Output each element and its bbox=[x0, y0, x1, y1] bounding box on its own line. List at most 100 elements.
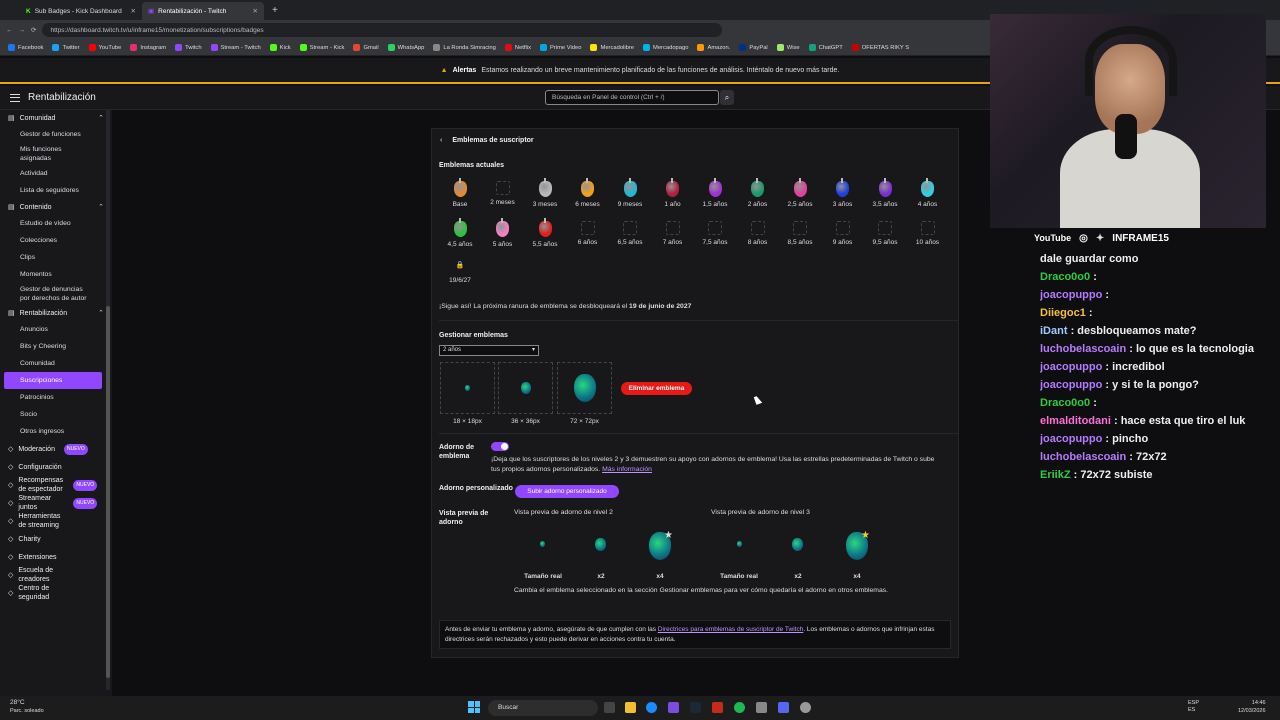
sidebar-nav-item[interactable]: ◇ Moderación NUEVO bbox=[0, 440, 112, 458]
badge-slot[interactable]: 4 años bbox=[907, 178, 949, 208]
upload-18[interactable] bbox=[440, 362, 495, 414]
bookmark-item[interactable]: Wise bbox=[776, 44, 800, 51]
badge-slot[interactable]: 9,5 años bbox=[864, 221, 906, 246]
close-icon[interactable]: ✕ bbox=[131, 7, 136, 15]
badge-slot[interactable]: 3 meses bbox=[524, 178, 566, 208]
sidebar-nav-item[interactable]: ◇ Escuela de creadores bbox=[0, 566, 112, 584]
bookmark-item[interactable]: Mercadolibre bbox=[590, 44, 634, 51]
app-icon[interactable] bbox=[712, 702, 723, 713]
sidebar-nav-item[interactable]: ◇ Configuración bbox=[0, 458, 112, 476]
bookmark-item[interactable]: Stream - Kick bbox=[299, 44, 344, 51]
badge-slot[interactable]: 9 años bbox=[822, 221, 864, 246]
bookmark-item[interactable]: Facebook bbox=[8, 44, 43, 51]
sidebar-nav-item[interactable]: ◇ Recompensas de espectador NUEVO bbox=[0, 476, 112, 494]
sidebar-item[interactable]: Actividad bbox=[0, 165, 112, 182]
language-indicator[interactable]: ESP ES bbox=[1188, 700, 1204, 714]
weather-widget[interactable]: 28°C Parc. soleado bbox=[10, 699, 44, 715]
sidebar-scroll-thumb[interactable] bbox=[106, 306, 110, 678]
reload-icon[interactable]: ⟳ bbox=[31, 26, 36, 34]
delete-badge-button[interactable]: Eliminar emblema bbox=[621, 382, 692, 395]
sidebar-section[interactable]: ▤ Contenido ⌃ bbox=[0, 199, 112, 215]
bookmark-item[interactable]: Twitter bbox=[52, 44, 80, 51]
upload-36[interactable] bbox=[498, 362, 553, 414]
badge-slot[interactable]: 9 meses bbox=[609, 178, 651, 208]
badge-slot[interactable]: 7 años bbox=[652, 221, 694, 246]
upload-72[interactable] bbox=[557, 362, 612, 414]
badge-slot[interactable]: 2,5 años bbox=[779, 178, 821, 208]
edge-icon[interactable] bbox=[646, 702, 657, 713]
badge-slot[interactable]: 6 meses bbox=[567, 178, 609, 208]
adorn-toggle[interactable] bbox=[491, 442, 509, 451]
back-icon[interactable]: ← bbox=[6, 27, 13, 34]
url-field[interactable]: https://dashboard.twitch.tv/u/inframe15/… bbox=[42, 23, 723, 37]
bookmark-item[interactable]: Kick bbox=[269, 44, 291, 51]
bookmark-item[interactable]: YouTube bbox=[88, 44, 121, 51]
sidebar-item[interactable]: Gestor de funciones bbox=[0, 126, 112, 143]
badge-slot[interactable]: 5,5 años bbox=[524, 218, 566, 248]
sidebar-nav-item[interactable]: ◇ Extensiones bbox=[0, 548, 112, 566]
bookmark-item[interactable]: Twitch bbox=[175, 44, 202, 51]
bookmark-item[interactable]: Mercadopago bbox=[643, 44, 688, 51]
badge-slot[interactable]: 8 años bbox=[737, 221, 779, 246]
steam-icon[interactable] bbox=[690, 702, 701, 713]
badge-slot[interactable]: 4,5 años bbox=[439, 218, 481, 248]
browser-tab-kick[interactable]: K Sub Badges - Kick Dashboard ✕ bbox=[20, 2, 142, 20]
upload-adorn-button[interactable]: Subir adorno personalizado bbox=[515, 485, 619, 498]
badge-slot[interactable]: 2 meses bbox=[482, 181, 524, 206]
sidebar-item[interactable]: Estudio de vídeo bbox=[0, 215, 112, 232]
close-icon[interactable]: ✕ bbox=[253, 7, 258, 15]
clock[interactable]: 14:46 12/03/2026 bbox=[1238, 699, 1266, 715]
sidebar-item[interactable]: Patrocinios bbox=[0, 389, 112, 406]
sidebar-item[interactable]: Mis funciones asignadas bbox=[0, 143, 112, 165]
sidebar-item[interactable]: Lista de seguidores bbox=[0, 182, 112, 199]
badge-slot[interactable]: Base bbox=[439, 178, 481, 208]
bookmark-item[interactable]: Prime Video bbox=[540, 44, 581, 51]
bookmark-item[interactable]: Gmail bbox=[353, 44, 379, 51]
new-tab-icon[interactable]: + bbox=[272, 5, 278, 16]
sidebar-item[interactable]: Socio bbox=[0, 406, 112, 423]
forward-icon[interactable]: → bbox=[19, 27, 26, 34]
taskbar-search[interactable]: Buscar bbox=[488, 700, 598, 716]
bookmark-item[interactable]: PayPal bbox=[739, 44, 768, 51]
badge-slot[interactable]: 🔒 19/6/27 bbox=[439, 261, 481, 284]
bookmark-item[interactable]: Stream - Twitch bbox=[210, 44, 261, 51]
badge-slot[interactable]: 6 años bbox=[567, 221, 609, 246]
bookmark-item[interactable]: WhatsApp bbox=[387, 44, 424, 51]
search-input[interactable]: Búsqueda en Panel de control (Ctrl + /) bbox=[545, 90, 719, 105]
badge-slot[interactable]: 1,5 años bbox=[694, 178, 736, 208]
bookmark-item[interactable]: OFERTAS RIKY S bbox=[851, 44, 909, 51]
sidebar-section[interactable]: ▤ Rentabilización ⌃ bbox=[0, 305, 112, 321]
windows-start-icon[interactable] bbox=[468, 701, 480, 713]
task-view-icon[interactable] bbox=[604, 702, 615, 713]
more-info-link[interactable]: Más información bbox=[602, 466, 652, 473]
badge-slot[interactable]: 3,5 años bbox=[864, 178, 906, 208]
sidebar-item[interactable]: Momentos bbox=[0, 266, 112, 283]
badge-slot[interactable]: 1 año bbox=[652, 178, 694, 208]
sidebar-nav-item[interactable]: ◇ Streamear juntos NUEVO bbox=[0, 494, 112, 512]
sidebar-item[interactable]: Clips bbox=[0, 249, 112, 266]
settings-icon[interactable] bbox=[800, 702, 811, 713]
sidebar-item[interactable]: Anuncios bbox=[0, 321, 112, 338]
bookmark-item[interactable]: Amazon. bbox=[697, 44, 730, 51]
bookmark-item[interactable]: Netflix bbox=[504, 44, 531, 51]
search-icon[interactable]: ⌕ bbox=[720, 90, 734, 105]
explorer-icon[interactable] bbox=[625, 702, 636, 713]
guidelines-link[interactable]: Directrices para emblemas de suscriptor … bbox=[658, 626, 803, 633]
badge-slot[interactable]: 10 años bbox=[907, 221, 949, 246]
sidebar-item[interactable]: Otros ingresos bbox=[0, 423, 112, 440]
badge-slot[interactable]: 7,5 años bbox=[694, 221, 736, 246]
sidebar-item[interactable]: Suscripciones bbox=[4, 372, 102, 389]
app-icon[interactable] bbox=[668, 702, 679, 713]
bookmark-item[interactable]: Instagram bbox=[130, 44, 166, 51]
bookmark-item[interactable]: La Ronda Simracing bbox=[433, 44, 496, 51]
sidebar-section[interactable]: ▤ Comunidad ⌃ bbox=[0, 110, 112, 126]
badge-slot[interactable]: 6,5 años bbox=[609, 221, 651, 246]
spotify-icon[interactable] bbox=[734, 702, 745, 713]
badge-slot[interactable]: 2 años bbox=[737, 178, 779, 208]
badge-slot[interactable]: 5 años bbox=[482, 218, 524, 248]
sidebar-item[interactable]: Gestor de denuncias por derechos de auto… bbox=[0, 283, 112, 305]
sidebar-nav-item[interactable]: ◇ Charity bbox=[0, 530, 112, 548]
badge-slot[interactable]: 8,5 años bbox=[779, 221, 821, 246]
menu-icon[interactable] bbox=[10, 93, 20, 102]
discord-icon[interactable] bbox=[778, 702, 789, 713]
